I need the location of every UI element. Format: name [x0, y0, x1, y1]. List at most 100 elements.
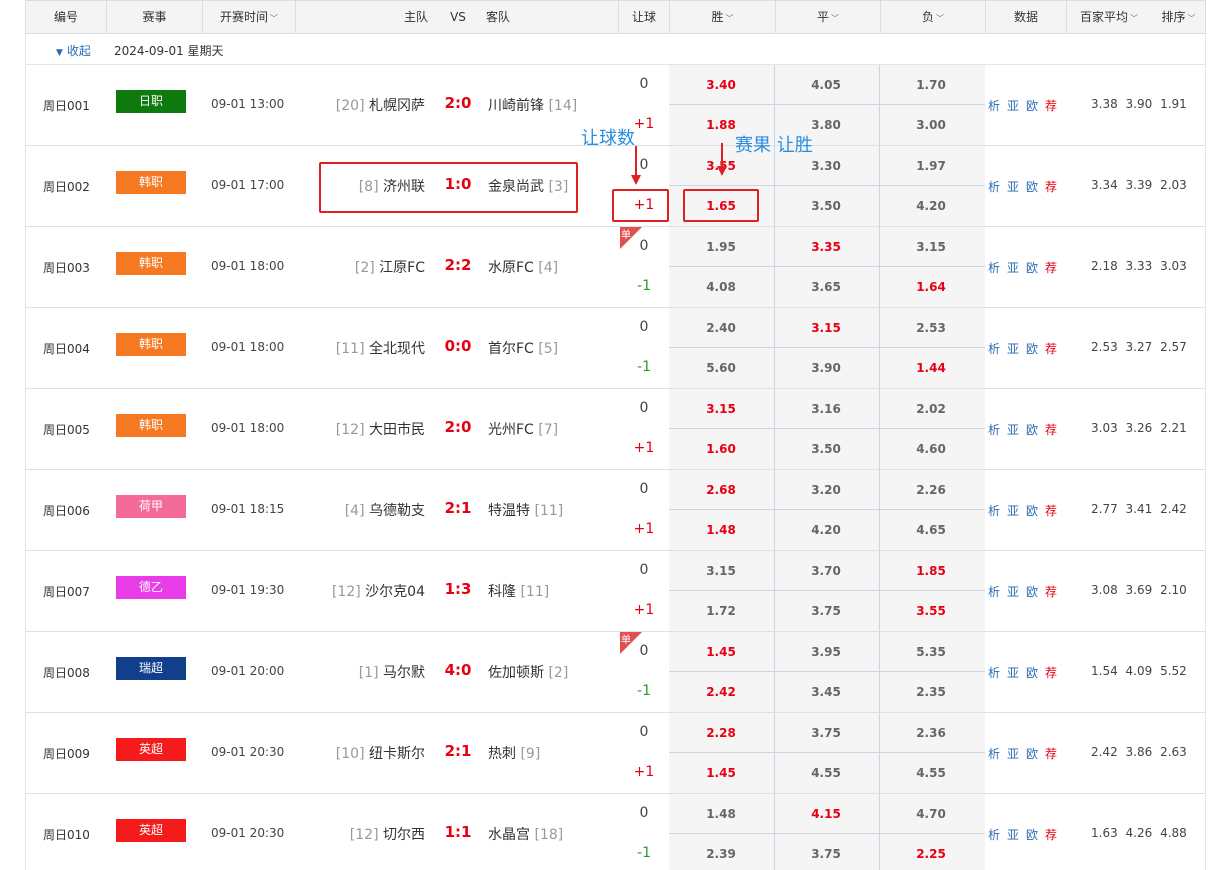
recommend-link[interactable]: 荐: [1045, 504, 1057, 518]
recommend-link[interactable]: 荐: [1045, 666, 1057, 680]
analysis-link[interactable]: 析: [988, 342, 1000, 356]
euro-odds-link[interactable]: 欧: [1026, 99, 1038, 113]
odds-cell[interactable]: 1.70: [879, 66, 983, 104]
league-badge[interactable]: 韩职: [116, 171, 186, 194]
asian-odds-link[interactable]: 亚: [1007, 261, 1019, 275]
euro-odds-link[interactable]: 欧: [1026, 828, 1038, 842]
asian-odds-link[interactable]: 亚: [1007, 666, 1019, 680]
home-team[interactable]: [12] 沙尔克04: [332, 581, 425, 601]
euro-odds-link[interactable]: 欧: [1026, 666, 1038, 680]
home-team[interactable]: [12] 切尔西: [350, 824, 425, 844]
odds-cell[interactable]: 3.15: [774, 309, 878, 347]
analysis-link[interactable]: 析: [988, 666, 1000, 680]
home-team[interactable]: [1] 马尔默: [359, 662, 425, 682]
analysis-link[interactable]: 析: [988, 261, 1000, 275]
euro-odds-link[interactable]: 欧: [1026, 261, 1038, 275]
odds-cell[interactable]: 3.55: [879, 592, 983, 630]
recommend-link[interactable]: 荐: [1045, 828, 1057, 842]
col-sort[interactable]: 排序 ﹀: [1151, 1, 1206, 34]
away-team[interactable]: 科隆 [11]: [488, 581, 549, 601]
away-team[interactable]: 光州FC [7]: [488, 419, 558, 439]
odds-cell[interactable]: 3.95: [774, 633, 878, 671]
odds-cell[interactable]: 3.65: [774, 268, 878, 306]
odds-cell[interactable]: 4.20: [774, 511, 878, 549]
odds-cell[interactable]: 4.15: [774, 795, 878, 833]
analysis-link[interactable]: 析: [988, 423, 1000, 437]
recommend-link[interactable]: 荐: [1045, 585, 1057, 599]
home-team[interactable]: [11] 全北现代: [336, 338, 425, 358]
col-time-sort[interactable]: 开赛时间 ﹀: [203, 1, 295, 34]
analysis-link[interactable]: 析: [988, 747, 1000, 761]
odds-cell[interactable]: 2.68: [669, 471, 773, 509]
euro-odds-link[interactable]: 欧: [1026, 342, 1038, 356]
analysis-link[interactable]: 析: [988, 504, 1000, 518]
euro-odds-link[interactable]: 欧: [1026, 180, 1038, 194]
odds-cell[interactable]: 1.45: [669, 754, 773, 792]
recommend-link[interactable]: 荐: [1045, 423, 1057, 437]
odds-cell[interactable]: 4.65: [879, 511, 983, 549]
odds-cell[interactable]: 3.75: [774, 714, 878, 752]
euro-odds-link[interactable]: 欧: [1026, 585, 1038, 599]
away-team[interactable]: 特温特 [11]: [488, 500, 563, 520]
league-badge[interactable]: 英超: [116, 738, 186, 761]
asian-odds-link[interactable]: 亚: [1007, 342, 1019, 356]
league-badge[interactable]: 韩职: [116, 414, 186, 437]
col-win-sort[interactable]: 胜 ﹀: [670, 1, 775, 34]
odds-cell[interactable]: 3.35: [774, 228, 878, 266]
euro-odds-link[interactable]: 欧: [1026, 423, 1038, 437]
away-team[interactable]: 川崎前锋 [14]: [488, 95, 577, 115]
odds-cell[interactable]: 2.40: [669, 309, 773, 347]
asian-odds-link[interactable]: 亚: [1007, 585, 1019, 599]
odds-cell[interactable]: 2.36: [879, 714, 983, 752]
odds-cell[interactable]: 3.20: [774, 471, 878, 509]
odds-cell[interactable]: 1.44: [879, 349, 983, 387]
odds-cell[interactable]: 3.50: [774, 187, 878, 225]
odds-cell[interactable]: 4.20: [879, 187, 983, 225]
asian-odds-link[interactable]: 亚: [1007, 180, 1019, 194]
recommend-link[interactable]: 荐: [1045, 342, 1057, 356]
odds-cell[interactable]: 3.00: [879, 106, 983, 144]
league-badge[interactable]: 瑞超: [116, 657, 186, 680]
home-team[interactable]: [12] 大田市民: [336, 419, 425, 439]
analysis-link[interactable]: 析: [988, 828, 1000, 842]
recommend-link[interactable]: 荐: [1045, 747, 1057, 761]
asian-odds-link[interactable]: 亚: [1007, 504, 1019, 518]
asian-odds-link[interactable]: 亚: [1007, 828, 1019, 842]
odds-cell[interactable]: 1.48: [669, 511, 773, 549]
odds-cell[interactable]: 3.15: [669, 552, 773, 590]
league-badge[interactable]: 韩职: [116, 333, 186, 356]
odds-cell[interactable]: 2.35: [879, 673, 983, 711]
league-badge[interactable]: 日职: [116, 90, 186, 113]
odds-cell[interactable]: 3.75: [774, 835, 878, 870]
euro-odds-link[interactable]: 欧: [1026, 504, 1038, 518]
euro-odds-link[interactable]: 欧: [1026, 747, 1038, 761]
odds-cell[interactable]: 3.90: [774, 349, 878, 387]
odds-cell[interactable]: 2.53: [879, 309, 983, 347]
odds-cell[interactable]: 4.60: [879, 430, 983, 468]
asian-odds-link[interactable]: 亚: [1007, 99, 1019, 113]
odds-cell[interactable]: 5.35: [879, 633, 983, 671]
odds-cell[interactable]: 3.50: [774, 430, 878, 468]
odds-cell[interactable]: 2.26: [879, 471, 983, 509]
recommend-link[interactable]: 荐: [1045, 261, 1057, 275]
odds-cell[interactable]: 2.42: [669, 673, 773, 711]
collapse-toggle[interactable]: ▼ 收起: [56, 42, 91, 59]
odds-cell[interactable]: 2.02: [879, 390, 983, 428]
analysis-link[interactable]: 析: [988, 585, 1000, 599]
odds-cell[interactable]: 4.08: [669, 268, 773, 306]
odds-cell[interactable]: 1.95: [669, 228, 773, 266]
odds-cell[interactable]: 1.97: [879, 147, 983, 185]
odds-cell[interactable]: 3.15: [669, 390, 773, 428]
odds-cell[interactable]: 3.75: [774, 592, 878, 630]
recommend-link[interactable]: 荐: [1045, 99, 1057, 113]
home-team[interactable]: [2] 江原FC: [355, 257, 425, 277]
league-badge[interactable]: 荷甲: [116, 495, 186, 518]
odds-cell[interactable]: 3.45: [774, 673, 878, 711]
odds-cell[interactable]: 2.28: [669, 714, 773, 752]
col-lose-sort[interactable]: 负 ﹀: [881, 1, 985, 34]
odds-cell[interactable]: 2.25: [879, 835, 983, 870]
odds-cell[interactable]: 1.85: [879, 552, 983, 590]
odds-cell[interactable]: 4.05: [774, 66, 878, 104]
odds-cell[interactable]: 3.15: [879, 228, 983, 266]
odds-cell[interactable]: 1.45: [669, 633, 773, 671]
